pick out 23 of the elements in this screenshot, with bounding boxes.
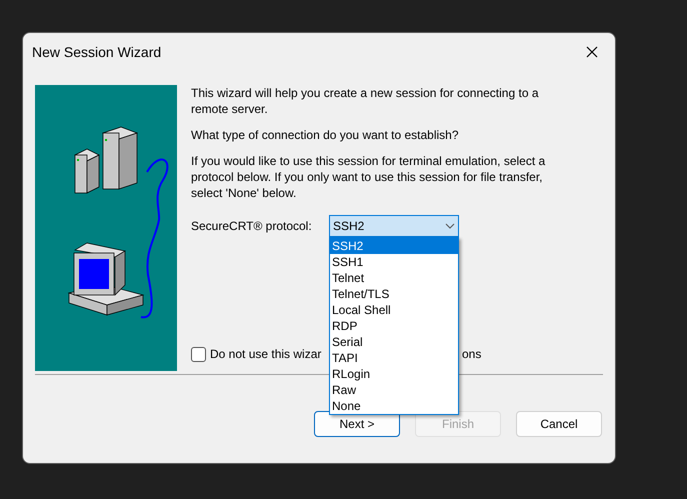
protocol-option[interactable]: SSH2 <box>330 238 458 254</box>
chevron-down-icon <box>445 223 455 229</box>
protocol-option[interactable]: Raw <box>330 382 458 398</box>
protocol-option[interactable]: Serial <box>330 334 458 350</box>
protocol-label: SecureCRT® protocol: <box>191 218 313 234</box>
protocol-option[interactable]: Telnet <box>330 270 458 286</box>
protocol-option[interactable]: RLogin <box>330 366 458 382</box>
intro-text: This wizard will help you create a new session for connecting to a remote server. <box>191 85 540 117</box>
checkbox[interactable] <box>191 346 206 362</box>
protocol-option[interactable]: RDP <box>330 318 458 334</box>
checkbox-label: Do not use this wizar <box>210 346 322 362</box>
question-text: What type of connection do you want to establish? <box>191 127 460 143</box>
protocol-option[interactable]: None <box>330 398 458 414</box>
explanation-text: If you would like to use this session for terminal emulation, select a protocol below. If you only want to use this session for file transfer, select 'None' below. <box>191 153 546 201</box>
protocol-option[interactable]: Local Shell <box>330 302 458 318</box>
protocol-option[interactable]: SSH1 <box>330 254 458 270</box>
dialog-button[interactable]: Cancel <box>516 411 602 437</box>
checkbox-label: ons <box>462 346 482 362</box>
protocol-option[interactable]: TAPI <box>330 350 458 366</box>
protocol-dropdown[interactable]: SSH2 <box>329 215 459 237</box>
window-title: New Session Wizard <box>32 42 162 62</box>
protocol-option[interactable]: Telnet/TLS <box>330 286 458 302</box>
close-icon <box>586 46 598 58</box>
